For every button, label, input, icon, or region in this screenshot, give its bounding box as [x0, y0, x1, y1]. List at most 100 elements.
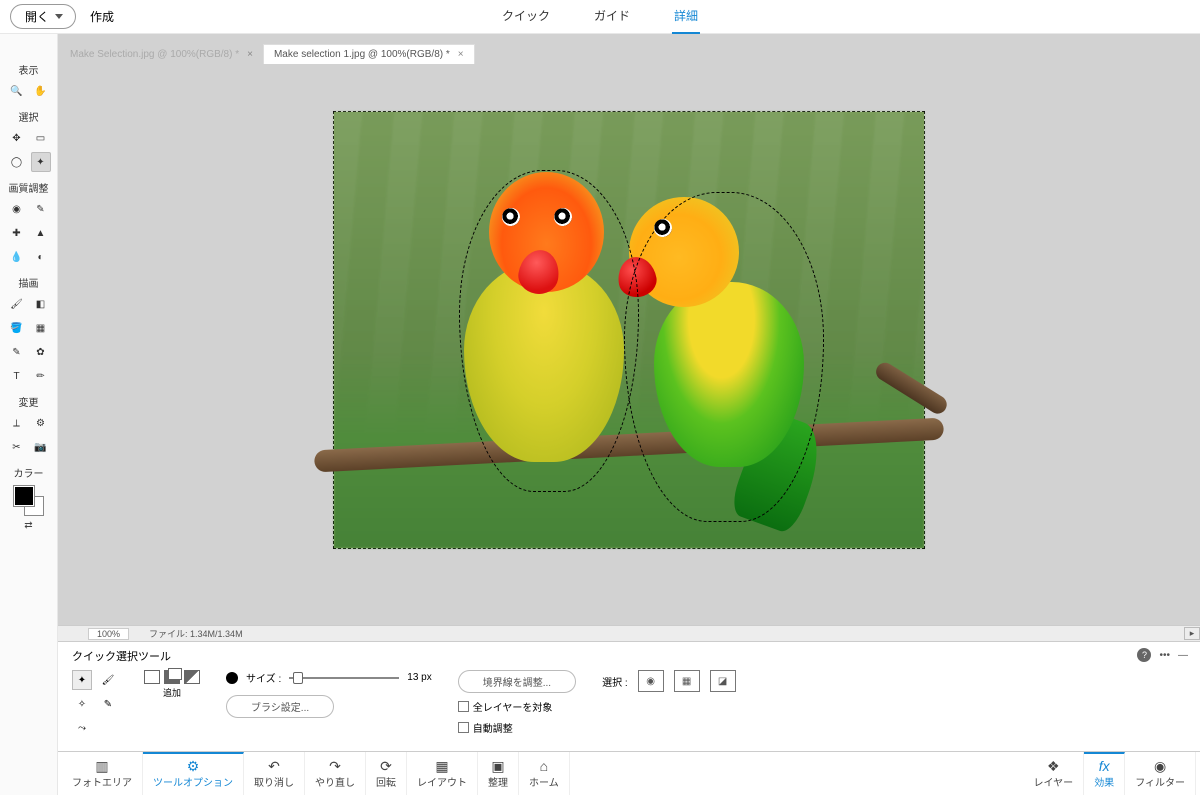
- magic-wand-subtool-icon[interactable]: ✧: [72, 694, 92, 714]
- tool-options-button[interactable]: ⚙ツールオプション: [143, 752, 244, 795]
- sliders-icon: ⚙: [187, 759, 200, 773]
- size-slider[interactable]: [289, 677, 399, 679]
- effects-button[interactable]: fx効果: [1084, 752, 1125, 795]
- rotate-button[interactable]: ⟳回転: [366, 752, 407, 795]
- subtool-picker: ✦ 🖌 ✧ ✎ ⤳: [72, 670, 118, 742]
- size-label: サイズ :: [246, 670, 281, 685]
- auto-enhance-checkbox[interactable]: 自動調整: [458, 720, 576, 735]
- photo-bin-button[interactable]: ▥フォトエリア: [62, 752, 143, 795]
- fill-tool-icon[interactable]: 🪣: [7, 318, 27, 338]
- subtract-selection-icon[interactable]: [184, 670, 200, 684]
- mode-guided[interactable]: ガイド: [592, 0, 632, 34]
- refine-edge-button[interactable]: 境界線を調整...: [458, 670, 576, 693]
- scroll-right-icon[interactable]: ▸: [1184, 627, 1200, 640]
- shape-tool-icon[interactable]: ✿: [31, 342, 51, 362]
- pencil-tool-icon[interactable]: ✏: [31, 366, 51, 386]
- image-bird-left: [454, 172, 634, 472]
- open-button[interactable]: 開く: [10, 4, 76, 29]
- color-swatches[interactable]: [14, 486, 44, 516]
- create-button[interactable]: 作成: [90, 8, 120, 25]
- brush-settings-button[interactable]: ブラシ設定...: [226, 695, 334, 718]
- canvas-area[interactable]: [58, 34, 1200, 625]
- organize-icon: ▣: [491, 759, 504, 773]
- sponge-tool-icon[interactable]: ◐: [31, 247, 51, 267]
- undo-button[interactable]: ↶取り消し: [244, 752, 305, 795]
- effects-icon: fx: [1099, 759, 1110, 773]
- section-view: 表示: [19, 62, 39, 77]
- canvas[interactable]: [334, 112, 924, 548]
- redo-icon: ↷: [329, 759, 341, 773]
- text-tool-icon[interactable]: T: [7, 366, 27, 386]
- zoom-tool-icon[interactable]: 🔍: [7, 81, 27, 101]
- undo-icon: ↶: [268, 759, 280, 773]
- filters-button[interactable]: ◉フィルター: [1125, 752, 1196, 795]
- selection-mode: 追加: [144, 670, 200, 699]
- foreground-swatch[interactable]: [14, 486, 34, 506]
- home-button[interactable]: ⌂ホーム: [519, 752, 570, 795]
- collapse-icon[interactable]: —: [1178, 650, 1188, 661]
- help-icon[interactable]: ?: [1137, 648, 1151, 662]
- refine-group: 境界線を調整... 全レイヤーを対象 自動調整: [458, 670, 576, 735]
- crop-tool-icon[interactable]: ⟂: [7, 413, 27, 433]
- eyedropper-tool-icon[interactable]: ✎: [7, 342, 27, 362]
- preview-landscape-icon[interactable]: ▦: [674, 670, 700, 692]
- section-draw: 描画: [19, 275, 39, 290]
- more-icon[interactable]: •••: [1159, 650, 1170, 661]
- rotate-icon: ⟳: [380, 759, 392, 773]
- move-tool-icon[interactable]: ✥: [7, 128, 27, 148]
- redo-button[interactable]: ↷やり直し: [305, 752, 366, 795]
- layout-button[interactable]: ▦レイアウト: [407, 752, 478, 795]
- swap-colors-icon[interactable]: ⇄: [21, 518, 37, 532]
- marquee-tool-icon[interactable]: ▭: [31, 128, 51, 148]
- document-tab[interactable]: Make Selection.jpg @ 100%(RGB/8) * ×: [60, 44, 263, 64]
- blur-tool-icon[interactable]: 💧: [7, 247, 27, 267]
- auto-select-subtool-icon[interactable]: ⤳: [72, 718, 92, 738]
- selection-brush-subtool-icon[interactable]: 🖌: [98, 670, 118, 690]
- section-select: 選択: [19, 109, 39, 124]
- preview-portrait-icon[interactable]: ◪: [710, 670, 736, 692]
- preview-person-icon[interactable]: ◉: [638, 670, 664, 692]
- selection-label: 選択 :: [602, 674, 628, 689]
- layers-button[interactable]: ❖レイヤー: [1023, 752, 1084, 795]
- recompose-tool-icon[interactable]: ⚙: [31, 413, 51, 433]
- smart-brush-tool-icon[interactable]: ▲: [31, 223, 51, 243]
- mode-detail[interactable]: 詳細: [672, 0, 700, 34]
- quick-select-tool-icon[interactable]: ✦: [31, 152, 51, 172]
- chevron-down-icon: [55, 14, 63, 19]
- document-tab-label: Make Selection.jpg @ 100%(RGB/8) *: [70, 49, 239, 60]
- document-tab[interactable]: Make selection 1.jpg @ 100%(RGB/8) * ×: [263, 44, 475, 64]
- file-size: ファイル: 1.34M/1.34M: [149, 627, 243, 640]
- bottom-bar: ▥フォトエリア ⚙ツールオプション ↶取り消し ↷やり直し ⟳回転 ▦レイアウト…: [58, 751, 1200, 795]
- refine-brush-subtool-icon[interactable]: ✎: [98, 694, 118, 714]
- whiten-tool-icon[interactable]: ✎: [31, 199, 51, 219]
- document-tabs: Make Selection.jpg @ 100%(RGB/8) * × Mak…: [60, 44, 475, 64]
- photo-bin-icon: ▥: [95, 759, 108, 773]
- close-icon[interactable]: ×: [458, 49, 464, 60]
- section-color: カラー: [14, 465, 44, 480]
- zoom-level[interactable]: 100%: [88, 628, 129, 640]
- hand-tool-icon[interactable]: ✋: [31, 81, 51, 101]
- brush-preview-icon: [226, 672, 238, 684]
- organize-button[interactable]: ▣整理: [478, 752, 519, 795]
- eraser-tool-icon[interactable]: ◧: [31, 294, 51, 314]
- new-selection-icon[interactable]: [144, 670, 160, 684]
- straighten-tool-icon[interactable]: 📷: [31, 437, 51, 457]
- close-icon[interactable]: ×: [247, 49, 253, 60]
- brush-tool-icon[interactable]: 🖌: [7, 294, 27, 314]
- layout-icon: ▦: [435, 759, 448, 773]
- add-selection-icon[interactable]: [164, 670, 180, 684]
- selection-preview-group: 選択 : ◉ ▦ ◪: [602, 670, 736, 692]
- all-layers-checkbox[interactable]: 全レイヤーを対象: [458, 699, 576, 714]
- redeye-tool-icon[interactable]: ◉: [7, 199, 27, 219]
- create-label: 作成: [90, 8, 114, 25]
- quick-select-subtool-icon[interactable]: ✦: [72, 670, 92, 690]
- mode-label: 追加: [163, 686, 181, 699]
- mode-quick[interactable]: クイック: [500, 0, 552, 34]
- content-move-tool-icon[interactable]: ✂: [7, 437, 27, 457]
- image-bird-right: [624, 187, 804, 477]
- gradient-tool-icon[interactable]: ▦: [31, 318, 51, 338]
- filters-icon: ◉: [1154, 759, 1166, 773]
- lasso-tool-icon[interactable]: ◯: [7, 152, 27, 172]
- document-tab-label: Make selection 1.jpg @ 100%(RGB/8) *: [274, 49, 450, 60]
- spot-heal-tool-icon[interactable]: ✚: [7, 223, 27, 243]
